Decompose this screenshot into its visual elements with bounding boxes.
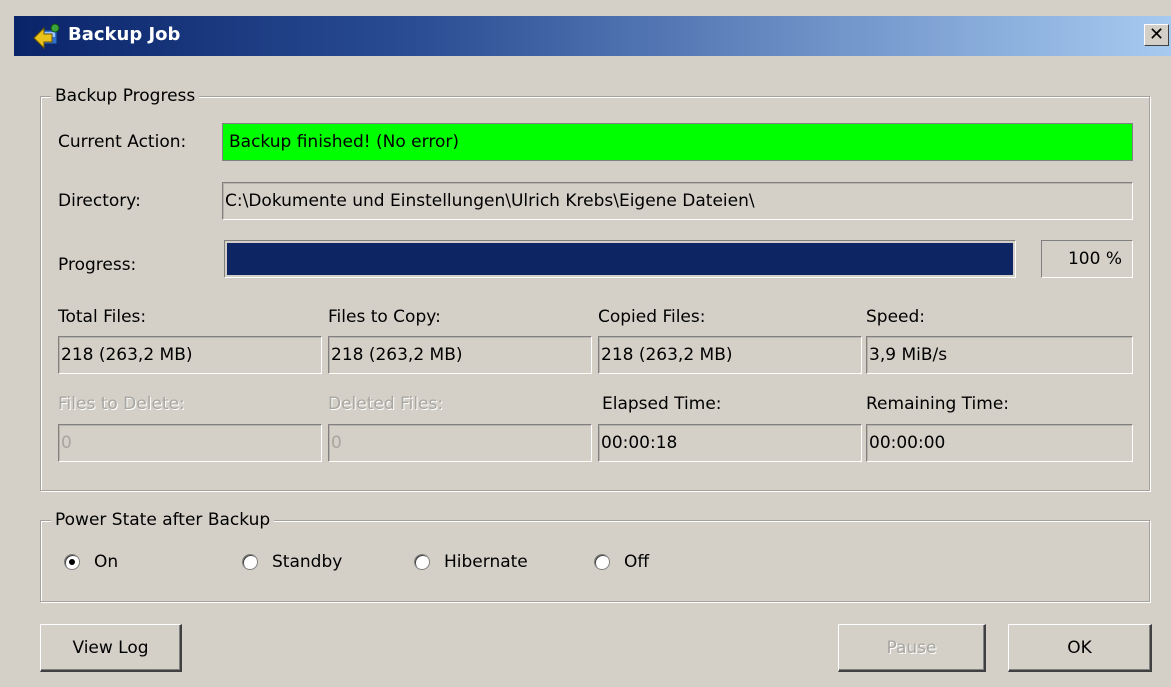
radio-hibernate-label: Hibernate [444, 552, 528, 572]
radio-circle-icon[interactable] [64, 554, 80, 570]
close-button[interactable]: ✕ [1144, 24, 1169, 46]
radio-off-label: Off [624, 552, 650, 572]
radio-circle-icon[interactable] [594, 554, 610, 570]
radio-standby-label: Standby [272, 552, 343, 572]
copied-files-label: Copied Files: [598, 307, 706, 327]
radio-off[interactable]: Off [594, 552, 649, 572]
ok-button[interactable]: OK [1008, 624, 1152, 672]
remaining-time-field: 00:00:00 [866, 424, 1133, 462]
radio-on-label: On [94, 552, 119, 572]
directory-label: Directory: [58, 191, 141, 211]
current-action-field: Backup finished! (No error) [222, 123, 1133, 161]
radio-standby[interactable]: Standby [242, 552, 342, 572]
radio-circle-icon[interactable] [414, 554, 430, 570]
current-action-label: Current Action: [58, 132, 187, 152]
progress-percent: 100 % [1041, 240, 1133, 278]
files-to-delete-field: 0 [58, 424, 322, 462]
power-state-legend: Power State after Backup [51, 509, 275, 531]
backup-progress-legend: Backup Progress [51, 85, 200, 107]
files-to-delete-label: Files to Delete: [58, 394, 185, 414]
files-to-copy-field: 218 (263,2 MB) [328, 336, 592, 374]
radio-on[interactable]: On [64, 552, 118, 572]
progress-label: Progress: [58, 255, 137, 275]
radio-circle-icon[interactable] [242, 554, 258, 570]
backup-app-icon [33, 23, 60, 50]
elapsed-time-field: 00:00:18 [598, 424, 862, 462]
files-to-copy-label: Files to Copy: [328, 307, 441, 327]
total-files-label: Total Files: [58, 307, 147, 327]
close-icon: ✕ [1148, 24, 1165, 45]
window-title: Backup Job [68, 24, 181, 45]
deleted-files-field: 0 [328, 424, 592, 462]
progress-bar-fill [227, 243, 1013, 275]
copied-files-field: 218 (263,2 MB) [598, 336, 862, 374]
deleted-files-label: Deleted Files: [328, 394, 444, 414]
title-bar[interactable]: Backup Job ✕ [14, 16, 1171, 56]
view-log-button[interactable]: View Log [40, 624, 182, 672]
remaining-time-label: Remaining Time: [866, 394, 1010, 414]
total-files-field: 218 (263,2 MB) [58, 336, 322, 374]
directory-field: C:\Dokumente und Einstellungen\Ulrich Kr… [222, 182, 1133, 220]
pause-button[interactable]: Pause [838, 624, 986, 672]
speed-label: Speed: [866, 307, 926, 327]
elapsed-time-label: Elapsed Time: [602, 394, 722, 414]
progress-bar [224, 240, 1016, 278]
radio-hibernate[interactable]: Hibernate [414, 552, 528, 572]
backup-job-window: Backup Job ✕ Backup Progress Current Act… [0, 0, 1171, 687]
speed-field: 3,9 MiB/s [866, 336, 1133, 374]
